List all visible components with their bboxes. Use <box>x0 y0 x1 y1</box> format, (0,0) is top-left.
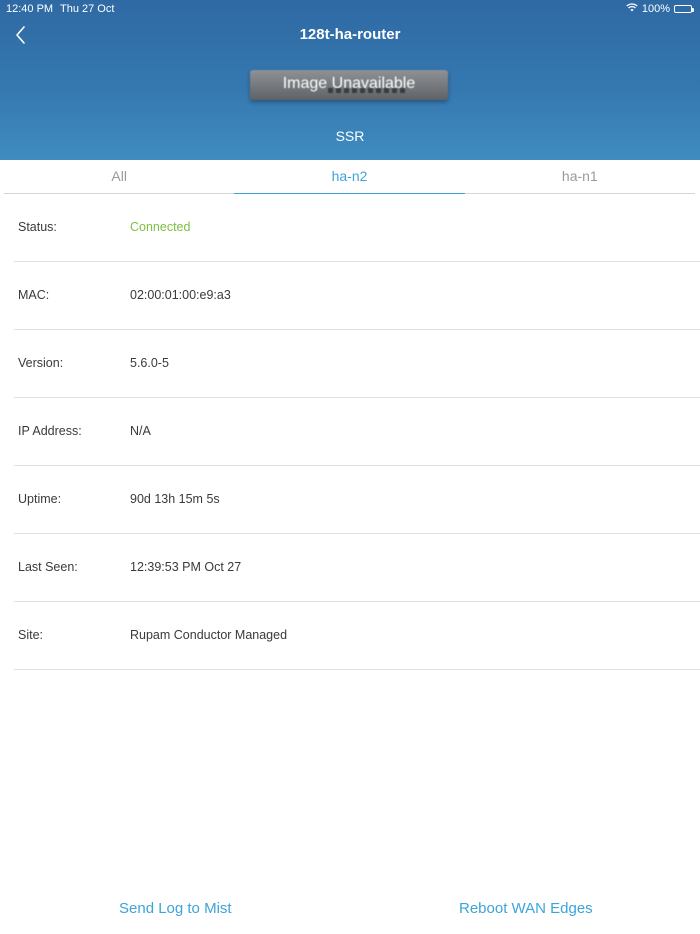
tab-ha-n1[interactable]: ha-n1 <box>465 160 695 193</box>
device-type: SSR <box>335 128 365 144</box>
mac-value: 02:00:01:00:e9:a3 <box>130 288 231 302</box>
detail-row-status: Status: Connected <box>14 194 700 262</box>
device-image: Image Unavailable <box>250 70 448 100</box>
status-value: Connected <box>130 220 191 234</box>
uptime-value: 90d 13h 15m 5s <box>130 492 220 506</box>
send-log-button[interactable]: Send Log to Mist <box>119 894 232 924</box>
detail-label: Last Seen: <box>18 560 78 574</box>
detail-row-site: Site: Rupam Conductor Managed <box>14 602 700 670</box>
site-value: Rupam Conductor Managed <box>130 628 288 642</box>
details-list: Status: Connected MAC: 02:00:01:00:e9:a3… <box>0 194 700 670</box>
header: 12:40 PM Thu 27 Oct 100% 128t-ha-router … <box>0 0 700 160</box>
wifi-icon <box>626 0 638 18</box>
detail-label: Version: <box>18 356 64 370</box>
detail-row-last-seen: Last Seen: 12:39:53 PM Oct 27 <box>14 534 700 602</box>
bottom-actions: Send Log to Mist Reboot WAN Edges <box>0 894 700 924</box>
detail-label: MAC: <box>18 288 50 302</box>
tab-all[interactable]: All <box>4 160 234 193</box>
tab-bar: All ha-n2 ha-n1 <box>4 160 695 194</box>
detail-label: Uptime: <box>18 492 62 506</box>
detail-row-ip-address: IP Address: N/A <box>14 398 700 466</box>
battery-icon <box>674 5 694 13</box>
detail-label: IP Address: <box>18 424 82 438</box>
version-value: 5.6.0-5 <box>130 356 169 370</box>
last-seen-value: 12:39:53 PM Oct 27 <box>130 560 242 574</box>
device-image-text: Image Unavailable <box>282 75 416 92</box>
detail-row-version: Version: 5.6.0-5 <box>14 330 700 398</box>
status-right: 100% <box>626 0 694 18</box>
page-title: 128t-ha-router <box>299 26 401 43</box>
detail-row-mac: MAC: 02:00:01:00:e9:a3 <box>14 262 700 330</box>
detail-label: Site: <box>18 628 44 642</box>
status-bar: 12:40 PM Thu 27 Oct 100% <box>0 0 700 18</box>
status-time: 12:40 PM <box>6 3 54 15</box>
status-date: Thu 27 Oct <box>60 3 115 15</box>
tab-ha-n2[interactable]: ha-n2 <box>234 160 465 194</box>
battery-percent: 100% <box>641 3 670 15</box>
detail-label: Status: <box>18 220 57 234</box>
ip-address-value: N/A <box>130 424 151 438</box>
detail-row-uptime: Uptime: 90d 13h 15m 5s <box>14 466 700 534</box>
reboot-wan-edges-button[interactable]: Reboot WAN Edges <box>459 894 593 924</box>
